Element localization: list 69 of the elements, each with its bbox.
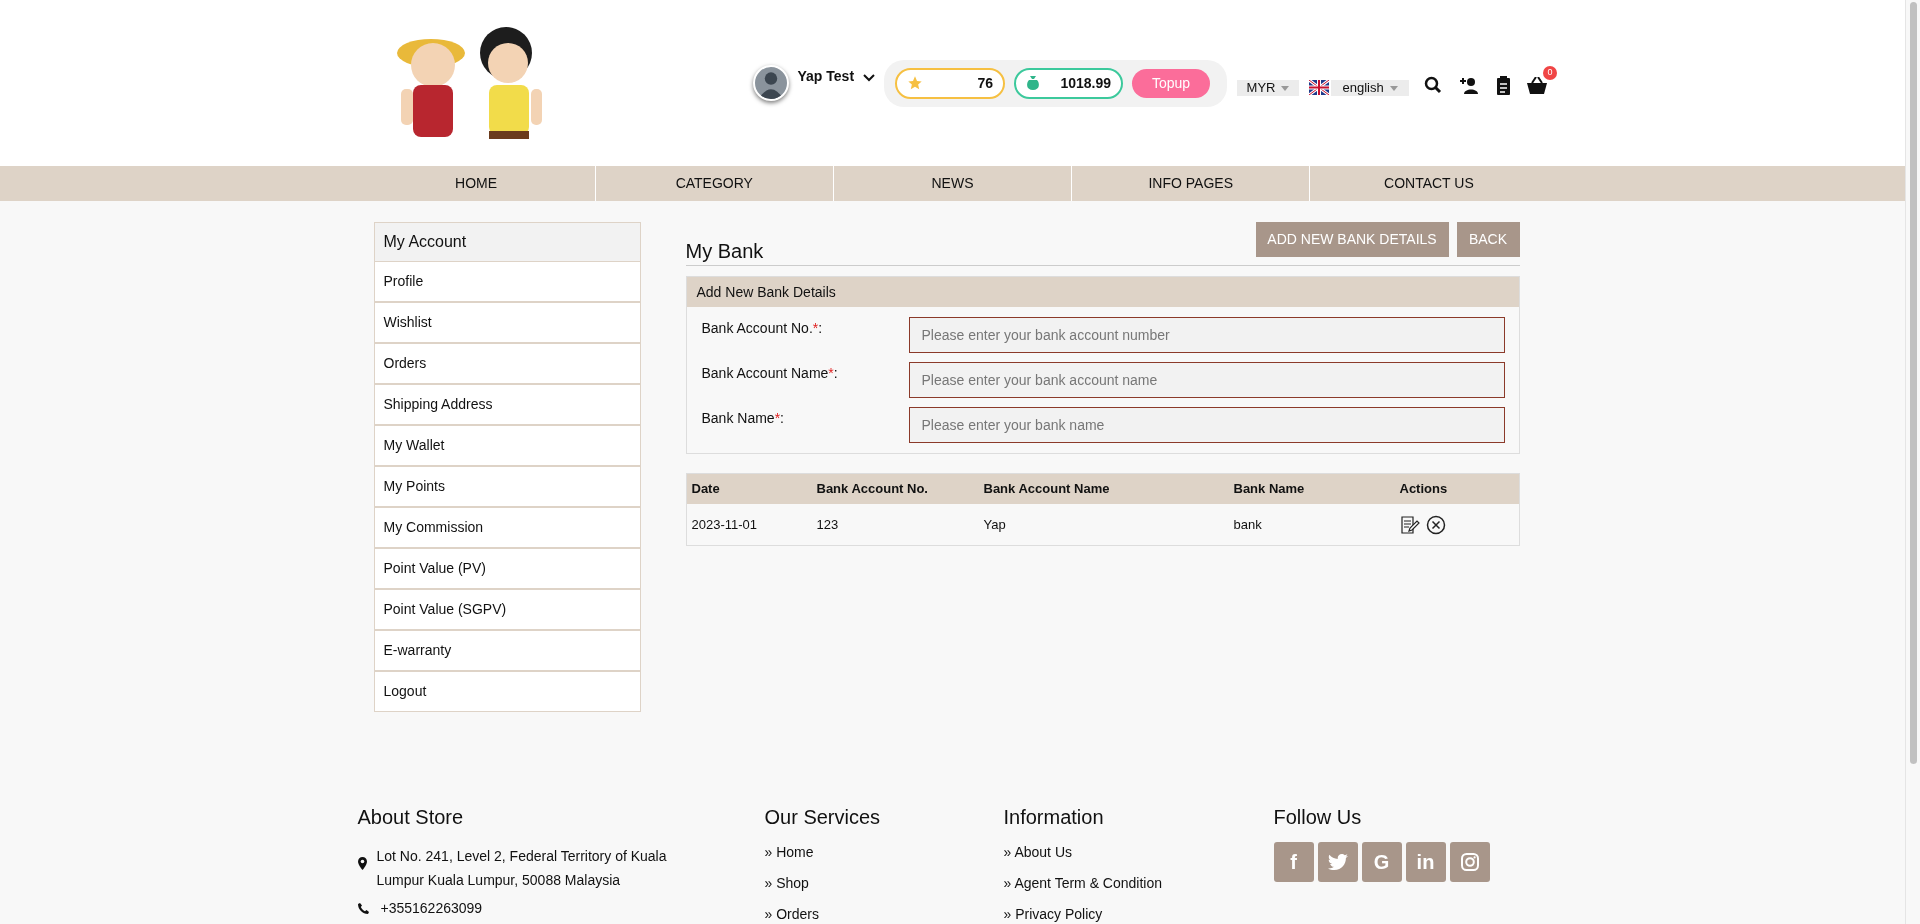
- address-text: Lot No. 241, Level 2, Federal Territory of Kuala Lumpur Kuala Lumpur, 50088 Malaysia: [376, 847, 668, 890]
- footer-link[interactable]: » Shop: [764, 873, 1004, 894]
- caret-icon: [1389, 85, 1398, 91]
- sidebar-item[interactable]: My Commission: [374, 508, 640, 547]
- sidebar-item[interactable]: Point Value (SGPV): [374, 590, 640, 629]
- language-select[interactable]: english: [1331, 80, 1410, 96]
- currency-select[interactable]: MYR: [1237, 80, 1300, 96]
- edit-icon[interactable]: [1399, 514, 1420, 535]
- delete-icon[interactable]: [1425, 514, 1446, 535]
- field-label: Bank Account No.*:: [701, 319, 824, 338]
- nav-item[interactable]: NEWS: [832, 166, 1072, 201]
- input-field[interactable]: Please enter your bank account number: [908, 317, 1505, 353]
- caret-icon: [1281, 85, 1290, 91]
- sidebar-item[interactable]: Shipping Address: [374, 385, 640, 424]
- page-title: My Bank: [685, 239, 764, 264]
- cart-icon[interactable]: [1527, 76, 1548, 94]
- nav-item[interactable]: INFO PAGES: [1071, 166, 1310, 201]
- footer-link[interactable]: » Home: [764, 842, 1004, 863]
- sidebar-item[interactable]: My Wallet: [374, 426, 640, 465]
- nav-item[interactable]: CATEGORY: [594, 166, 833, 201]
- flag-icon: [1309, 79, 1330, 95]
- column-header: Date: [690, 480, 721, 499]
- map-pin-icon: [357, 857, 367, 870]
- footer-link[interactable]: » Agent Term & Condition: [1003, 873, 1274, 894]
- user-name[interactable]: Yap Test: [797, 65, 855, 87]
- footer-heading: About Store: [357, 805, 465, 830]
- nav-item[interactable]: CONTACT US: [1309, 166, 1548, 201]
- wallet-value: 1018.99: [1060, 73, 1112, 93]
- column-header: Bank Name: [1232, 480, 1306, 499]
- nav-item[interactable]: HOME: [357, 166, 595, 201]
- column-header: Actions: [1398, 480, 1449, 499]
- table-cell-text: 2023-11-01: [690, 515, 759, 534]
- clipboard-icon[interactable]: [1496, 75, 1512, 95]
- footer-heading: Information: [1003, 805, 1105, 830]
- footer-link[interactable]: » Privacy Policy: [1003, 904, 1274, 924]
- camera-icon[interactable]: [1449, 842, 1490, 882]
- footer-link[interactable]: » About Us: [1003, 842, 1274, 863]
- column-header: Bank Account No.: [815, 480, 929, 499]
- input-field[interactable]: Please enter your bank name: [908, 407, 1505, 443]
- money-bag-icon: [1026, 75, 1041, 91]
- sidebar-item[interactable]: Logout: [374, 672, 640, 711]
- field-label: Bank Name*:: [701, 409, 785, 428]
- footer-link[interactable]: » Orders: [764, 904, 1004, 924]
- chevron-down-icon[interactable]: [862, 73, 877, 83]
- sidebar-item[interactable]: My Points: [374, 467, 640, 506]
- phone-number: +355162263099: [380, 899, 483, 918]
- cart-count-badge: 0: [1543, 65, 1558, 80]
- sidebar-item[interactable]: Orders: [374, 344, 640, 383]
- footer-heading: Our Services: [764, 805, 882, 830]
- table-cell-text: bank: [1232, 515, 1263, 534]
- table-cell-text: 123: [815, 515, 840, 534]
- table-cell-text: Yap: [982, 515, 1007, 534]
- search-icon[interactable]: [1424, 76, 1443, 94]
- points-value: 76: [977, 73, 994, 93]
- bird-icon[interactable]: [1317, 842, 1358, 882]
- sidebar-item[interactable]: E-warranty: [374, 631, 640, 670]
- footer-heading: Follow Us: [1273, 805, 1363, 830]
- sidebar-item[interactable]: Point Value (PV): [374, 549, 640, 588]
- phone-icon: [357, 903, 369, 914]
- sidebar-title: My Account: [374, 223, 640, 261]
- star-icon: [907, 75, 924, 91]
- form-panel-title: Add New Bank Details: [686, 277, 1519, 307]
- sidebar-item[interactable]: Profile: [374, 262, 640, 301]
- input-field[interactable]: Please enter your bank account name: [908, 362, 1505, 398]
- add-user-icon[interactable]: [1459, 76, 1480, 94]
- sidebar-item[interactable]: Wishlist: [374, 303, 640, 342]
- avatar-icon[interactable]: [752, 65, 789, 101]
- field-label: Bank Account Name*:: [701, 364, 839, 383]
- column-header: Bank Account Name: [982, 480, 1111, 499]
